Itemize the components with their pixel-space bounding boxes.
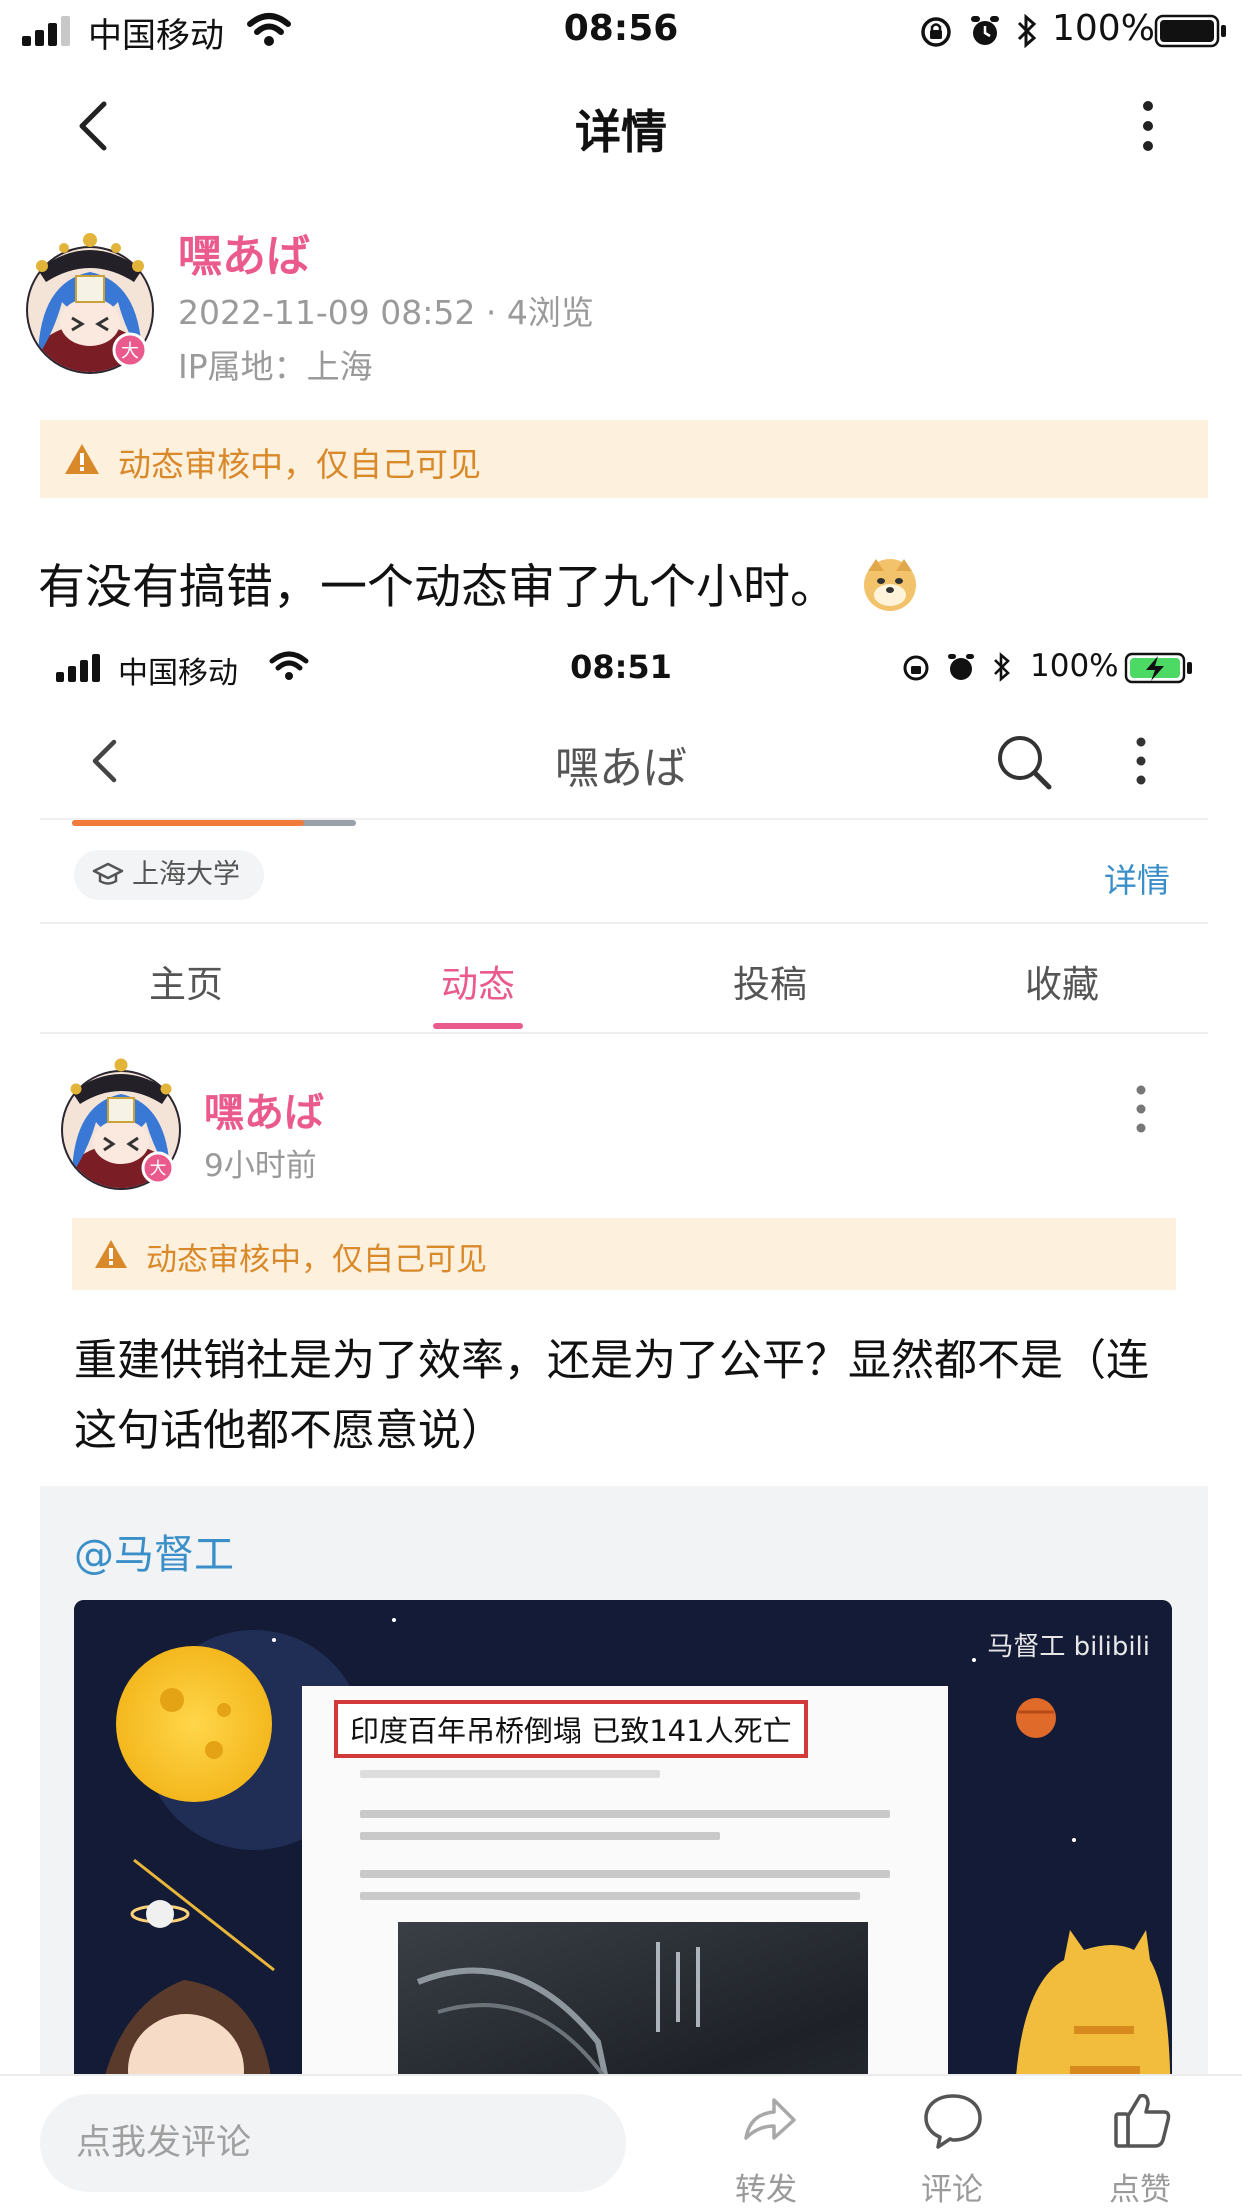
attached-screenshot[interactable]: 中国移动 08:51 100% 嘿あば 上海大学 详情 主页 动态 投稿 收藏 …: [0, 632, 1242, 2076]
ip-location: IP属地：上海: [178, 347, 373, 386]
more-icon[interactable]: [1136, 98, 1160, 154]
forward-label: 转发: [735, 2172, 797, 2208]
status-bar: 中国移动 08:56 100%: [0, 0, 1242, 62]
school-tag[interactable]: 上海大学: [74, 850, 264, 900]
tab-favorites[interactable]: 收藏: [916, 954, 1208, 1008]
search-icon[interactable]: [994, 732, 1054, 792]
battery-icon: [1154, 14, 1226, 48]
inner-bluetooth-icon: [994, 652, 1010, 682]
graduation-cap-icon: [92, 862, 124, 885]
battery-percent: 100%: [1052, 8, 1155, 49]
page-title: 详情: [575, 105, 667, 159]
mention-link[interactable]: @马督工: [74, 1522, 234, 1580]
post-body: 有没有搞错，一个动态审了九个小时。: [38, 560, 837, 615]
review-banner-text: 动态审核中，仅自己可见: [118, 445, 481, 484]
inner-review-banner-text: 动态审核中，仅自己可见: [146, 1242, 487, 1278]
bluetooth-icon: [1017, 14, 1037, 48]
inner-battery-charging-icon: [1124, 652, 1192, 684]
thumbs-up-icon: [1114, 2093, 1171, 2148]
author-name[interactable]: 嘿あば: [178, 220, 310, 284]
svg-text:大: 大: [150, 1159, 167, 1179]
comment-input[interactable]: [40, 2094, 626, 2192]
doge-icon: [863, 558, 916, 611]
like-label: 点赞: [1109, 2172, 1171, 2208]
news-headline: 印度百年吊桥倒塌 已致141人死亡: [334, 1700, 808, 1758]
post-meta: 2022-11-09 08:52 · 4浏览: [178, 293, 594, 332]
warning-icon: [65, 444, 99, 474]
doge-emoji: [862, 557, 918, 625]
news-text-line: [360, 1810, 890, 1818]
inner-post-text: 重建供销社是为了效率，还是为了公平？显然都不是（连这句话他都不愿意说）: [74, 1336, 1149, 1456]
tab-home[interactable]: 主页: [40, 954, 332, 1008]
nav-bar: 详情: [0, 62, 1242, 188]
inner-battery-percent: 100%: [1030, 648, 1119, 684]
comment-icon: [924, 2094, 982, 2149]
svg-text:大: 大: [121, 341, 139, 362]
school-name: 上海大学: [132, 859, 240, 890]
inner-post-time: 9小时前: [204, 1148, 317, 1184]
bridge-photo-art: [416, 1942, 700, 2076]
quoted-post[interactable]: @马督工 马督工 bilibili 印度百年吊桥倒塌 已致141人死亡: [40, 1486, 1208, 2076]
inner-author-name[interactable]: 嘿あば: [204, 1080, 324, 1138]
news-text-line: [360, 1832, 720, 1840]
inner-avatar[interactable]: 大: [50, 1052, 192, 1194]
bottom-action-bar: 转发 评论 点赞: [0, 2074, 1242, 2208]
review-banner: 动态审核中，仅自己可见: [40, 420, 1208, 498]
inner-nav-title: 嘿あば: [555, 743, 687, 794]
tab-submissions[interactable]: 投稿: [624, 954, 916, 1008]
forward-icon: [744, 2098, 796, 2140]
news-meta-line: [360, 1770, 660, 1778]
active-tab-indicator: [433, 1023, 523, 1029]
inner-alarm-icon: [948, 654, 974, 680]
rotation-lock-icon: [921, 17, 951, 47]
profile-detail-link[interactable]: 详情: [1104, 854, 1170, 902]
news-photo: [398, 1922, 868, 2076]
inner-rotation-lock-icon: [903, 655, 929, 681]
alarm-icon: [971, 16, 999, 45]
news-text-line: [360, 1870, 890, 1878]
video-thumbnail[interactable]: 马督工 bilibili 印度百年吊桥倒塌 已致141人死亡: [74, 1600, 1172, 2076]
inner-review-banner: 动态审核中，仅自己可见: [72, 1218, 1176, 1290]
news-text-line: [360, 1892, 860, 1900]
post-more-icon[interactable]: [1130, 1084, 1152, 1134]
post-text: 有没有搞错，一个动态审了九个小时。: [38, 548, 918, 625]
divider: [40, 818, 1208, 820]
tab-dynamics[interactable]: 动态: [332, 954, 624, 1008]
comment-label: 评论: [921, 2172, 983, 2208]
avatar[interactable]: 大: [14, 226, 166, 378]
scroll-indicator: [72, 820, 356, 826]
inner-warning-icon: [95, 1240, 127, 1268]
news-clipping: 印度百年吊桥倒塌 已致141人死亡: [302, 1686, 948, 2076]
profile-tabs: 主页 动态 投稿 收藏: [40, 922, 1208, 1034]
video-watermark: 马督工 bilibili: [987, 1632, 1150, 1662]
inner-more-icon[interactable]: [1130, 736, 1152, 786]
